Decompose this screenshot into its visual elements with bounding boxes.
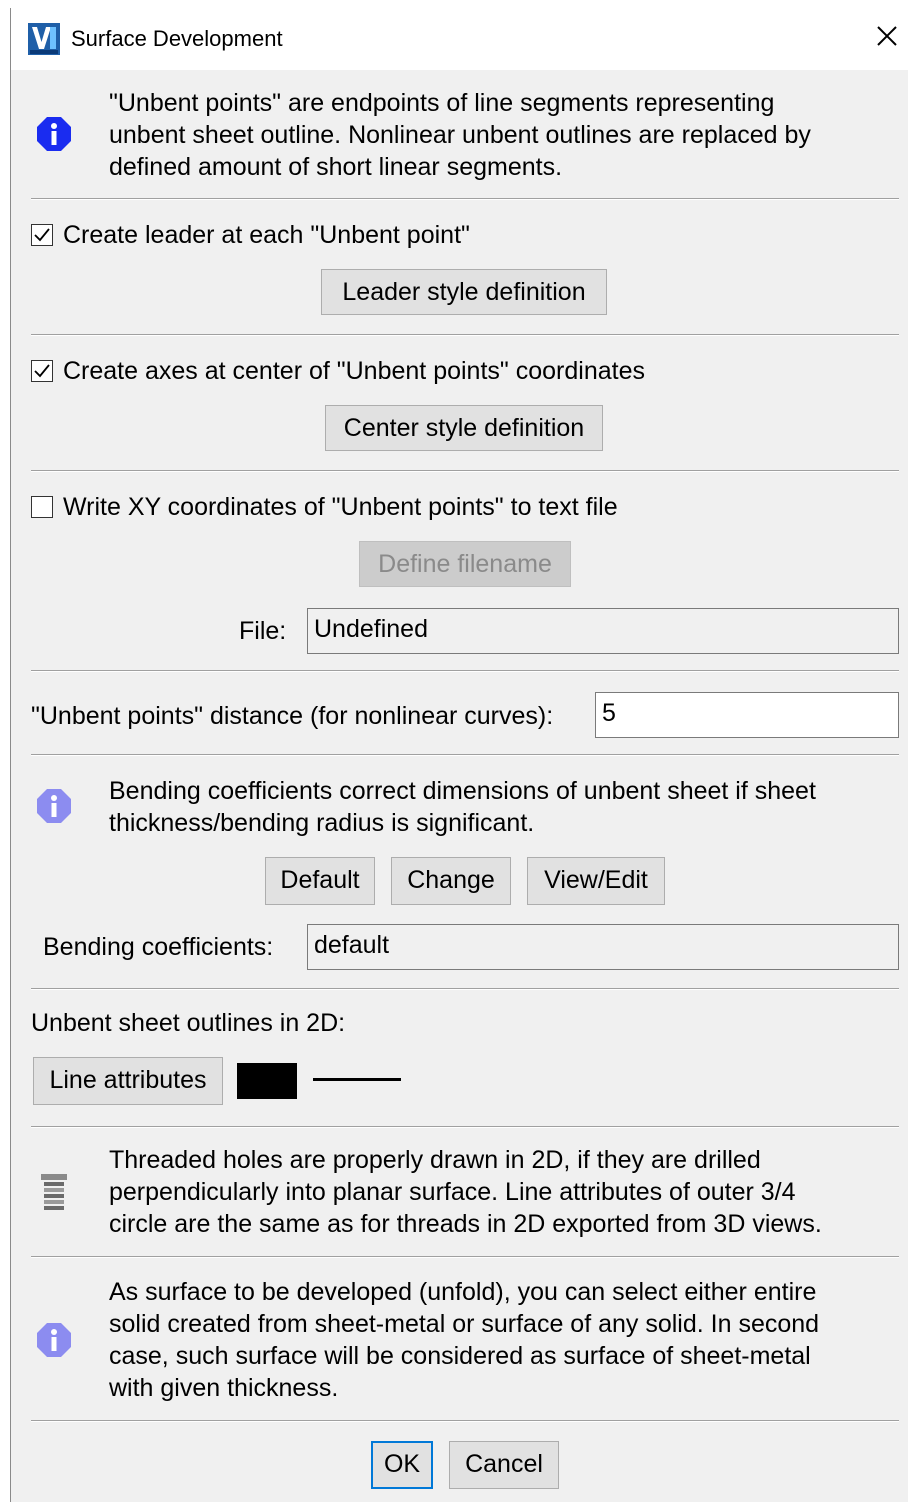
leader-checkbox-label[interactable]: Create leader at each "Unbent point" xyxy=(63,219,470,251)
separator xyxy=(31,988,899,990)
line-style-preview xyxy=(313,1078,401,1081)
info-icon xyxy=(37,789,71,823)
distance-input[interactable]: 5 xyxy=(595,692,899,738)
define-filename-button[interactable]: Define filename xyxy=(359,541,571,587)
checkmark-icon xyxy=(34,228,50,242)
surface-development-dialog: Surface Development "Unbent points" are … xyxy=(10,8,908,1502)
thread-icon xyxy=(41,1174,67,1210)
separator xyxy=(31,334,899,336)
checkmark-icon xyxy=(34,364,50,378)
window-title: Surface Development xyxy=(71,26,283,51)
bending-coefficients-label: Bending coefficients: xyxy=(43,933,274,961)
info-icon xyxy=(37,1323,71,1357)
info-icon xyxy=(37,117,71,151)
leader-style-button[interactable]: Leader style definition xyxy=(321,269,607,315)
bending-coefficients-field[interactable]: default xyxy=(307,924,899,970)
separator xyxy=(31,754,899,756)
file-label: File: xyxy=(239,617,287,645)
axes-checkbox-label[interactable]: Create axes at center of "Unbent points"… xyxy=(63,355,645,387)
leader-checkbox[interactable] xyxy=(31,224,53,246)
info-text-surface-selection: As surface to be developed (unfold), you… xyxy=(109,1278,820,1402)
xy-file-checkbox[interactable] xyxy=(31,496,53,518)
close-icon xyxy=(877,26,897,46)
separator xyxy=(31,1126,899,1128)
view-edit-button[interactable]: View/Edit xyxy=(527,857,665,905)
distance-label: "Unbent points" distance (for nonlinear … xyxy=(31,702,554,730)
line-attributes-button[interactable]: Line attributes xyxy=(33,1057,223,1105)
separator xyxy=(31,470,899,472)
axes-checkbox[interactable] xyxy=(31,360,53,382)
change-button[interactable]: Change xyxy=(391,857,511,905)
title-bar[interactable]: Surface Development xyxy=(11,8,908,70)
info-text-bending: Bending coefficients correct dimensions … xyxy=(109,777,816,837)
info-text-threads: Threaded holes are properly drawn in 2D,… xyxy=(109,1146,822,1238)
vericad-logo-icon xyxy=(28,23,60,55)
ok-button[interactable]: OK xyxy=(371,1441,433,1489)
info-text-unbent-points: "Unbent points" are endpoints of line se… xyxy=(109,89,811,181)
separator xyxy=(31,1256,899,1258)
line-color-swatch xyxy=(237,1063,297,1099)
cancel-button[interactable]: Cancel xyxy=(449,1441,559,1489)
close-button[interactable] xyxy=(869,18,905,54)
center-style-button[interactable]: Center style definition xyxy=(325,405,603,451)
separator xyxy=(31,1420,899,1422)
outlines-label: Unbent sheet outlines in 2D: xyxy=(31,1009,346,1037)
separator xyxy=(31,198,899,200)
xy-file-checkbox-label[interactable]: Write XY coordinates of "Unbent points" … xyxy=(63,491,618,523)
default-button[interactable]: Default xyxy=(265,857,375,905)
separator xyxy=(31,670,899,672)
file-field[interactable]: Undefined xyxy=(307,608,899,654)
